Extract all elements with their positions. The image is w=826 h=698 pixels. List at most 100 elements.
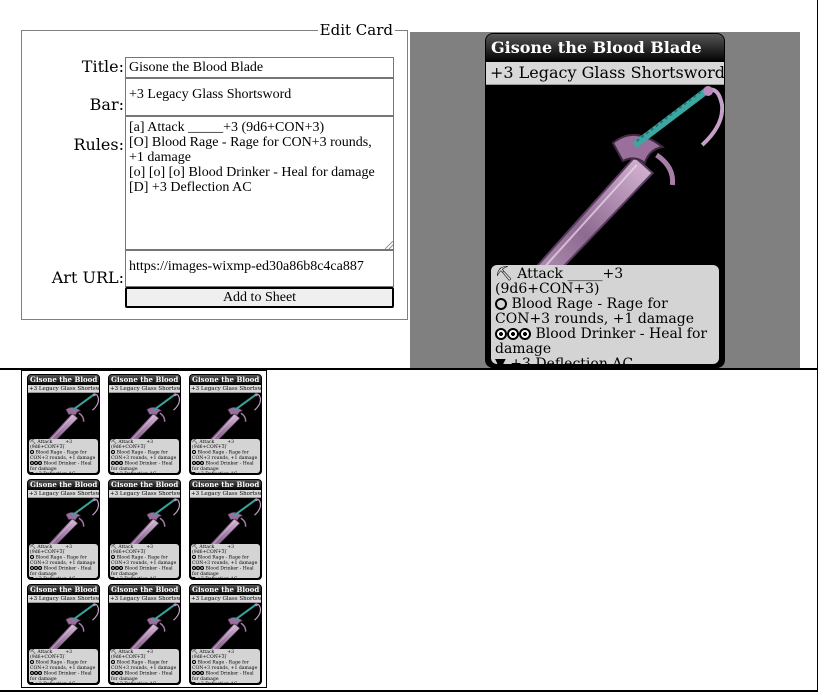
- rule-line: Blood Drinker - Heal for damage: [30, 671, 97, 682]
- target-circle-icon: [38, 671, 42, 676]
- rule-line: ▼ +3 Deflection AC: [111, 472, 178, 473]
- rule-line: Blood Drinker - Heal for damage: [111, 566, 178, 577]
- rule-text: Attack _____+3 (9d6+CON+3): [192, 440, 235, 451]
- rule-text: Blood Rage - Rage for CON+3 rounds, +1 d…: [111, 555, 177, 567]
- rule-text: +3 Deflection AC: [197, 682, 237, 683]
- rule-line: Blood Rage - Rage for CON+3 rounds, +1 d…: [192, 450, 259, 461]
- rule-line: Blood Drinker - Heal for damage: [111, 461, 178, 472]
- rule-text: Attack _____+3 (9d6+CON+3): [30, 545, 73, 556]
- sheet-card[interactable]: Gisone the Blood Blade +3 Legacy Glass S…: [108, 584, 181, 685]
- rule-text: Blood Rage - Rage for CON+3 rounds, +1 d…: [192, 555, 258, 567]
- rule-line: Blood Rage - Rage for CON+3 rounds, +1 d…: [30, 660, 97, 671]
- rule-line: ▼ +3 Deflection AC: [495, 356, 715, 365]
- circle-outline-icon: [111, 660, 115, 665]
- rule-text: +3 Deflection AC: [35, 682, 75, 683]
- rule-line: Blood Drinker - Heal for damage: [30, 566, 97, 577]
- circle-outline-icon: [192, 450, 196, 455]
- rule-text: Attack _____+3 (9d6+CON+3): [111, 650, 154, 661]
- rule-line: ▼ +3 Deflection AC: [192, 577, 259, 578]
- rule-text: +3 Deflection AC: [116, 472, 156, 473]
- rule-line: Blood Drinker - Heal for damage: [111, 671, 178, 682]
- rule-line: ⛏ Attack _____+3 (9d6+CON+3): [495, 267, 715, 297]
- rule-text: Attack _____+3 (9d6+CON+3): [495, 266, 624, 297]
- target-circle-icon: [200, 566, 204, 571]
- target-circle-icon: [507, 328, 519, 340]
- card-bar: +3 Legacy Glass Shortsword: [28, 385, 99, 393]
- rule-text: Attack _____+3 (9d6+CON+3): [111, 440, 154, 451]
- rule-text: Blood Rage - Rage for CON+3 rounds, +1 d…: [111, 450, 177, 462]
- rule-line: Blood Drinker - Heal for damage: [192, 566, 259, 577]
- rule-text: +3 Deflection AC: [510, 356, 634, 365]
- rule-text: +3 Deflection AC: [197, 472, 237, 473]
- art-url-input[interactable]: https://images-wixmp-ed30a86b8c4ca887: [125, 250, 394, 287]
- rule-line: Blood Rage - Rage for CON+3 rounds, +1 d…: [30, 450, 97, 461]
- rule-line: Blood Rage - Rage for CON+3 rounds, +1 d…: [192, 555, 259, 566]
- rule-line: ⛏ Attack _____+3 (9d6+CON+3): [30, 545, 97, 555]
- rule-text: Blood Rage - Rage for CON+3 rounds, +1 d…: [30, 555, 96, 567]
- target-circle-icon: [519, 328, 531, 340]
- sheet-card[interactable]: Gisone the Blood Blade +3 Legacy Glass S…: [189, 374, 262, 475]
- rule-line: ▼ +3 Deflection AC: [111, 682, 178, 683]
- circle-outline-icon: [192, 555, 196, 560]
- target-circle-icon: [38, 461, 42, 466]
- card-bar: +3 Legacy Glass Shortsword: [28, 595, 99, 603]
- triple-target-icon: [495, 327, 531, 342]
- card-rules: ⛏ Attack _____+3 (9d6+CON+3) Blood Rage …: [191, 649, 260, 683]
- target-circle-icon: [119, 461, 123, 466]
- card-title: Gisone the Blood Blade: [190, 585, 261, 595]
- rule-text: Blood Rage - Rage for CON+3 rounds, +1 d…: [30, 450, 96, 462]
- rules-label: Rules:: [73, 135, 124, 154]
- circle-outline-icon: [30, 555, 34, 560]
- bar-input[interactable]: +3 Legacy Glass Shortsword: [125, 78, 394, 116]
- rule-text: +3 Deflection AC: [116, 682, 156, 683]
- rules-input[interactable]: [a] Attack _____+3 (9d6+CON+3) [O] Blood…: [125, 116, 394, 250]
- rule-text: Blood Rage - Rage for CON+3 rounds, +1 d…: [192, 450, 258, 462]
- card-bar: +3 Legacy Glass Shortsword: [109, 490, 180, 498]
- add-to-sheet-button[interactable]: Add to Sheet: [125, 287, 394, 308]
- card-bar: +3 Legacy Glass Shortsword: [109, 385, 180, 393]
- circle-outline-icon: [111, 555, 115, 560]
- circle-outline-icon: [192, 660, 196, 665]
- circle-outline-icon: [495, 298, 507, 310]
- card-rules: ⛏ Attack _____+3 (9d6+CON+3) Blood Rage …: [29, 544, 98, 578]
- bar-label: Bar:: [89, 95, 124, 114]
- title-input[interactable]: [125, 57, 394, 78]
- sheet-card[interactable]: Gisone the Blood Blade +3 Legacy Glass S…: [27, 584, 100, 685]
- card-bar: +3 Legacy Glass Shortsword: [190, 595, 261, 603]
- rule-line: ⛏ Attack _____+3 (9d6+CON+3): [192, 545, 259, 555]
- target-circle-icon: [200, 461, 204, 466]
- rule-text: Attack _____+3 (9d6+CON+3): [30, 440, 73, 451]
- sheet-card[interactable]: Gisone the Blood Blade +3 Legacy Glass S…: [189, 479, 262, 580]
- target-circle-icon: [495, 328, 507, 340]
- sheet-card[interactable]: Gisone the Blood Blade +3 Legacy Glass S…: [27, 479, 100, 580]
- rule-text: Attack _____+3 (9d6+CON+3): [30, 650, 73, 661]
- sheet-card[interactable]: Gisone the Blood Blade +3 Legacy Glass S…: [108, 479, 181, 580]
- rule-line: Blood Drinker - Heal for damage: [192, 461, 259, 472]
- sheet-card[interactable]: Gisone the Blood Blade +3 Legacy Glass S…: [189, 584, 262, 685]
- rule-line: ⛏ Attack _____+3 (9d6+CON+3): [192, 440, 259, 450]
- card-preview: Gisone the Blood Blade +3 Legacy Glass S…: [485, 33, 725, 368]
- card-rules: ⛏ Attack _____+3 (9d6+CON+3) Blood Rage …: [29, 439, 98, 473]
- rule-line: Blood Rage - Rage for CON+3 rounds, +1 d…: [111, 660, 178, 671]
- card-title: Gisone the Blood Blade: [28, 585, 99, 595]
- shield-icon: ▼: [495, 356, 506, 365]
- rule-text: Attack _____+3 (9d6+CON+3): [192, 650, 235, 661]
- rule-line: ▼ +3 Deflection AC: [30, 577, 97, 578]
- card-title: Gisone the Blood Blade: [190, 480, 261, 490]
- sheet-card[interactable]: Gisone the Blood Blade +3 Legacy Glass S…: [108, 374, 181, 475]
- card-bar: +3 Legacy Glass Shortsword: [486, 62, 724, 85]
- sheet-card[interactable]: Gisone the Blood Blade +3 Legacy Glass S…: [27, 374, 100, 475]
- rule-line: Blood Rage - Rage for CON+3 rounds, +1 d…: [111, 450, 178, 461]
- card-title: Gisone the Blood Blade: [190, 375, 261, 385]
- card-bar: +3 Legacy Glass Shortsword: [109, 595, 180, 603]
- resize-grip-icon[interactable]: [385, 241, 393, 249]
- rule-text: Blood Rage - Rage for CON+3 rounds, +1 d…: [30, 660, 96, 672]
- card-title: Gisone the Blood Blade: [109, 480, 180, 490]
- card-bar: +3 Legacy Glass Shortsword: [190, 385, 261, 393]
- form-legend: Edit Card: [317, 21, 395, 39]
- card-title: Gisone the Blood Blade: [486, 34, 724, 62]
- card-title: Gisone the Blood Blade: [109, 585, 180, 595]
- card-title: Gisone the Blood Blade: [28, 375, 99, 385]
- rule-text: +3 Deflection AC: [35, 472, 75, 473]
- shield-icon: ▼: [30, 577, 34, 578]
